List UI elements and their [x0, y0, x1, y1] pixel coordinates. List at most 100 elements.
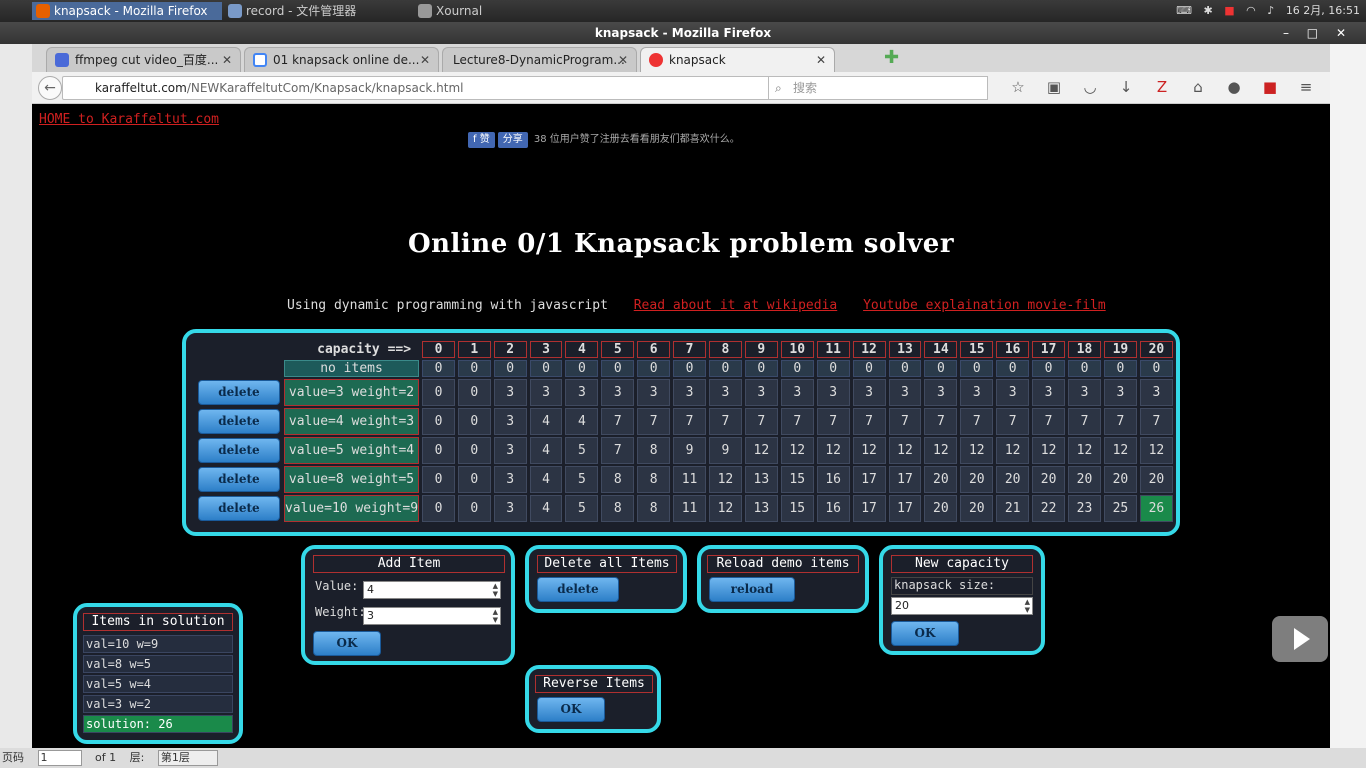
- keyboard-icon[interactable]: ⌨: [1176, 4, 1192, 17]
- search-placeholder: 搜索: [793, 81, 818, 95]
- delete-cell: delete: [197, 437, 281, 464]
- table-cell: 7: [1103, 408, 1137, 435]
- table-cell: 17: [888, 495, 922, 522]
- url-bar[interactable]: karaffeltut.com/NEWKaraffeltutCom/Knapsa…: [62, 76, 792, 100]
- new-tab-icon[interactable]: ✚: [884, 49, 902, 68]
- table-cell: 20: [924, 495, 958, 522]
- new-capacity-ok-button[interactable]: OK: [891, 621, 959, 646]
- capacity-header-cell: 20: [1139, 341, 1173, 358]
- table-cell: 8: [637, 495, 671, 522]
- table-cell: 3: [888, 379, 922, 406]
- capacity-header-cell: 3: [529, 341, 563, 358]
- xournal-icon: [418, 4, 432, 18]
- capacity-header-cell: 4: [565, 341, 599, 358]
- download-icon[interactable]: ↓: [1108, 78, 1144, 96]
- wikipedia-link[interactable]: Read about it at wikipedia: [634, 298, 838, 313]
- volume-icon[interactable]: ♪: [1267, 4, 1274, 17]
- fb-share-button[interactable]: 分享: [497, 132, 528, 148]
- home-icon[interactable]: ⌂: [1180, 78, 1216, 96]
- add-item-ok-button[interactable]: OK: [313, 631, 381, 656]
- pocket-icon[interactable]: ◡: [1072, 78, 1108, 96]
- delete-item-button[interactable]: delete: [197, 467, 280, 492]
- youtube-link[interactable]: Youtube explaination movie-film: [863, 298, 1106, 313]
- table-cell: 13: [744, 466, 778, 493]
- table-cell: 20: [1032, 466, 1066, 493]
- capacity-header-cell: 7: [673, 341, 706, 358]
- close-tab-icon[interactable]: ✕: [222, 48, 232, 72]
- play-icon[interactable]: [1272, 616, 1328, 662]
- reverse-ok-button[interactable]: OK: [537, 697, 605, 722]
- delete-item-button[interactable]: delete: [197, 409, 280, 434]
- tab-ffmpeg[interactable]: ffmpeg cut video_百度... ✕: [46, 47, 241, 72]
- bluetooth-icon[interactable]: ✱: [1204, 4, 1213, 17]
- knapsack-size-input[interactable]: 20 ▲ ▼: [891, 597, 1033, 615]
- value-input[interactable]: 4 ▲ ▼: [363, 581, 501, 599]
- empty-cell: [197, 360, 281, 377]
- bookmark-star-icon[interactable]: ☆: [1000, 78, 1036, 96]
- delete-all-button[interactable]: delete: [537, 577, 619, 602]
- page-input[interactable]: 1: [37, 750, 82, 766]
- wifi-icon[interactable]: ◠: [1246, 4, 1256, 17]
- taskbar-item-firefox[interactable]: knapsack - Mozilla Firefox: [32, 2, 222, 20]
- spinner-icon[interactable]: ▲ ▼: [493, 608, 498, 624]
- weight-input[interactable]: 3 ▲ ▼: [363, 607, 501, 625]
- fb-like-button[interactable]: f 赞: [468, 132, 495, 148]
- window-controls: – □ ✕: [1269, 22, 1346, 44]
- table-cell: 0: [924, 360, 958, 377]
- table-cell: 0: [493, 360, 527, 377]
- table-cell: 0: [744, 360, 778, 377]
- minimize-icon[interactable]: –: [1283, 26, 1289, 40]
- search-input[interactable]: ⌕ 搜索: [768, 76, 988, 100]
- table-cell: 12: [1068, 437, 1101, 464]
- table-cell: 17: [852, 495, 886, 522]
- clipboard-icon[interactable]: ▣: [1036, 78, 1072, 96]
- close-tab-icon[interactable]: ✕: [618, 48, 628, 72]
- home-link[interactable]: HOME to Karaffeltut.com: [39, 112, 219, 127]
- taskbar-label: Xournal: [436, 4, 483, 18]
- tab-lecture8[interactable]: Lecture8-DynamicProgram... ✕: [442, 47, 637, 72]
- tab-knapsack[interactable]: knapsack ✕: [640, 47, 835, 72]
- addon-icon[interactable]: ■: [1252, 78, 1288, 96]
- menu-icon[interactable]: ≡: [1288, 78, 1324, 96]
- back-icon[interactable]: ←: [38, 76, 62, 100]
- spinner-icon[interactable]: ▲ ▼: [1025, 598, 1030, 614]
- clock[interactable]: 16 2月, 16:51: [1286, 4, 1360, 17]
- table-cell: 3: [637, 379, 671, 406]
- taskbar-item-xournal[interactable]: Xournal: [414, 2, 604, 20]
- spinner-icon[interactable]: ▲ ▼: [493, 582, 498, 598]
- capacity-header-cell: 10: [780, 341, 814, 358]
- zotero-icon[interactable]: Z: [1144, 78, 1180, 96]
- tab-google[interactable]: 01 knapsack online de... ✕: [244, 47, 439, 72]
- table-cell: 3: [708, 379, 742, 406]
- taskbar-item-file-manager[interactable]: record - 文件管理器: [224, 2, 414, 20]
- delete-item-button[interactable]: delete: [197, 438, 280, 463]
- camera-icon[interactable]: ■: [1224, 4, 1234, 17]
- table-cell: 0: [1103, 360, 1137, 377]
- table-cell: 16: [816, 495, 850, 522]
- table-row: delete value=5 weight=4 0 0 3 4 5 7 8 9 9 12 12 12 12 1…: [197, 437, 1173, 464]
- knapsack-table-panel: capacity ==> 0 1 2 3 4 5 6 7 8 9 10 11 12 13 14 15 16 17 18…: [182, 329, 1180, 536]
- table-cell: 7: [1139, 408, 1173, 435]
- reload-button[interactable]: reload: [709, 577, 795, 602]
- page-content: HOME to Karaffeltut.com f 赞分享 38 位用户赞了注册…: [32, 104, 1330, 748]
- delete-item-button[interactable]: delete: [197, 496, 280, 521]
- layer-select[interactable]: 第1层: [157, 750, 218, 766]
- facebook-bar: f 赞分享 38 位用户赞了注册去看看朋友们都喜欢什么。: [468, 132, 740, 148]
- table-cell: 21: [996, 495, 1030, 522]
- close-tab-icon[interactable]: ✕: [816, 48, 826, 72]
- close-icon[interactable]: ✕: [1336, 26, 1346, 40]
- table-cell: 8: [601, 495, 635, 522]
- table-cell: 7: [960, 408, 994, 435]
- delete-item-button[interactable]: delete: [197, 380, 280, 405]
- capacity-header-cell: 0: [422, 341, 455, 358]
- table-cell: 0: [422, 360, 455, 377]
- table-cell: 20: [960, 466, 994, 493]
- value-label: Value:: [315, 579, 359, 593]
- table-cell: 23: [1068, 495, 1101, 522]
- no-items-row: no items 0 0 0 0 0 0 0 0 0 0 0 0 0 0 0 0 0 0 0 0 0: [197, 360, 1173, 377]
- maximize-icon[interactable]: □: [1307, 26, 1318, 40]
- panel-title: Reverse Items: [535, 675, 653, 693]
- chat-icon[interactable]: ●: [1216, 78, 1252, 96]
- close-tab-icon[interactable]: ✕: [420, 48, 430, 72]
- table-cell: 3: [1139, 379, 1173, 406]
